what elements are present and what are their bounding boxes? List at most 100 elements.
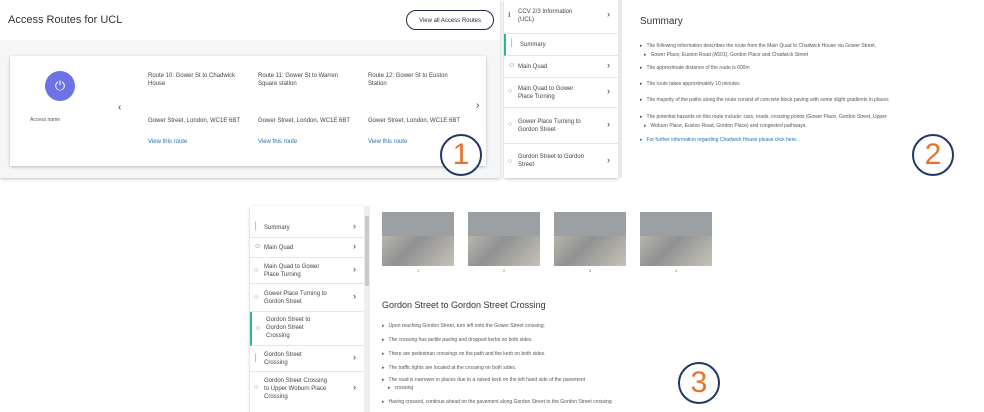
chevron-right-icon[interactable]: ›	[476, 100, 479, 111]
view-route-link[interactable]: View this route	[368, 138, 407, 146]
sidebar-item-upper-woburn[interactable]: ○ Gordon Street Crossing to Upper Woburn…	[250, 372, 364, 406]
chevron-right-icon: ›	[353, 382, 356, 392]
chevron-left-icon[interactable]: ‹	[118, 102, 121, 113]
route-address: Gower Street, London, WC1E 6BT	[368, 118, 461, 124]
route-address: Gower Street, London, WC1E 6BT	[148, 118, 241, 124]
route-name: Route 10: Gower St to Chadwick House	[148, 73, 236, 87]
chevron-right-icon: ›	[607, 60, 610, 70]
view-all-routes-button[interactable]: View all Access Routes	[406, 10, 494, 30]
route-card[interactable]: Route 12: Gower St to Euston Station Gow…	[368, 72, 460, 145]
summary-bullet: The potential hazards on this route incl…	[640, 113, 887, 122]
route-sidebar: ℹ CCV 2/3 Information (UCL) › │ Summary …	[504, 0, 618, 178]
route-name: Route 11: Gower St to Warren Square stat…	[258, 73, 339, 87]
summary-icon: │	[254, 223, 259, 230]
sidebar-item-main-quad[interactable]: ☺ Main Quad ›	[250, 238, 364, 258]
sidebar-item-gower-place[interactable]: ○ Gower Place Turning to Gordon Street ›	[504, 108, 618, 144]
sidebar-item-label: Main Quad	[518, 64, 548, 70]
sidebar-item-main-quad-gower[interactable]: ○ Main Quad to Gower Place Turning ›	[250, 258, 364, 284]
route-icon: ○	[256, 325, 261, 332]
chevron-right-icon: ›	[353, 291, 356, 301]
chevron-right-icon: ›	[607, 9, 610, 19]
route-name: Route 12: Gower St to Euston Station	[368, 73, 448, 87]
sidebar-item-label: Gordon Street to Gordon Street	[518, 154, 585, 168]
scrollbar[interactable]	[618, 0, 622, 178]
route-photo[interactable]	[640, 212, 712, 266]
sidebar-item-label: Summary	[264, 225, 290, 231]
summary-bullet: The route takes approximately 10 minutes	[640, 80, 740, 89]
access-routes-panel: Access Routes for UCL View all Access Ro…	[0, 0, 500, 178]
sidebar-item-label: Gower Place Turning to Gordon Street	[264, 291, 327, 305]
sidebar-item-summary[interactable]: │ Summary	[504, 34, 618, 56]
sidebar-item-label: Main Quad to Gower Place Turning	[518, 86, 574, 100]
route-icon: ○	[508, 121, 513, 128]
further-info-link[interactable]: For further information regarding Chadwi…	[640, 136, 798, 145]
route-address: Gower Street, London, WC1E 6BT	[258, 118, 351, 124]
person-icon: ☺	[254, 243, 262, 250]
sidebar-item-summary[interactable]: │ Summary ›	[250, 218, 364, 238]
sidebar-item-gordon-street[interactable]: ○ Gordon Street to Gordon Street ›	[504, 144, 618, 178]
sidebar-item-gower-place[interactable]: ○ Gower Place Turning to Gordon Street ›	[250, 284, 364, 312]
chevron-right-icon: ›	[353, 264, 356, 274]
route-icon: ○	[254, 267, 259, 274]
step-badge: 1	[440, 134, 482, 176]
route-card[interactable]: Route 11: Gower St to Warren Square stat…	[258, 72, 350, 145]
sidebar-item-label: Gordon Street Crossing	[264, 352, 302, 366]
info-icon: ℹ	[508, 12, 511, 19]
section-title: Gordon Street to Gordon Street Crossing	[382, 300, 546, 310]
chevron-right-icon: ›	[353, 221, 356, 231]
chevron-right-icon: ›	[607, 119, 610, 129]
section-bullet: The traffic lights are located at the cr…	[382, 364, 517, 373]
chevron-right-icon: ›	[353, 241, 356, 251]
step-badge: 3	[678, 362, 720, 404]
summary-title: Summary	[640, 16, 683, 27]
route-card[interactable]: Route 10: Gower St to Chadwick House Gow…	[148, 72, 240, 145]
sidebar-item-gordon-street[interactable]: ○ Gordon Street to Gordon Street Crossin…	[250, 312, 364, 346]
photo-number: 3	[589, 268, 592, 273]
route-sidebar: │ Summary › ☺ Main Quad › ○ Main Quad to…	[250, 206, 364, 412]
sidebar-item-label: Gordon Street to Gordon Street Crossing	[266, 317, 311, 339]
route-photo[interactable]	[382, 212, 454, 266]
route-photo[interactable]	[554, 212, 626, 266]
route-photo[interactable]	[468, 212, 540, 266]
section-bullet: Having crossed, continue ahead on the pa…	[382, 398, 612, 407]
scrollbar-thumb[interactable]	[365, 216, 369, 286]
section-bullet: Upon reaching Gordon Street, turn left o…	[382, 322, 545, 331]
section-bullet-continued: crossing	[388, 384, 414, 393]
photo-number: 1	[417, 268, 420, 273]
photo-number: 4	[675, 268, 678, 273]
summary-icon: │	[510, 40, 515, 47]
access-name-label: Access name	[30, 117, 61, 123]
sidebar-item-label: Gower Place Turning to Gordon Street	[518, 119, 581, 133]
summary-icon: │	[254, 355, 259, 362]
summary-bullet-continued: Woburn Place, Euston Road, Gordon Place)…	[644, 122, 807, 131]
page-title: Access Routes for UCL	[8, 14, 123, 26]
sidebar-item-main-quad[interactable]: ☺ Main Quad ›	[504, 56, 618, 78]
sidebar-item-label: Main Quad	[264, 245, 294, 251]
person-icon: ☺	[508, 62, 516, 69]
sidebar-item-gordon-crossing[interactable]: │ Gordon Street Crossing ›	[250, 346, 364, 372]
sidebar-item-label: Summary	[520, 42, 546, 48]
summary-bullet: The majority of the paths along the rout…	[640, 96, 889, 105]
summary-panel: ℹ CCV 2/3 Information (UCL) › │ Summary …	[504, 0, 984, 178]
summary-bullet-continued: Gower Place, Euston Road (A501), Gordon …	[644, 51, 809, 60]
section-bullet: There are pedestrian crossings on the pa…	[382, 350, 546, 359]
chevron-right-icon: ›	[353, 352, 356, 362]
section-bullet: The crossing has tactile paving and drop…	[382, 336, 533, 345]
step-badge: 2	[912, 134, 954, 176]
sidebar-item-label: Gordon Street Crossing to Upper Woburn P…	[264, 378, 328, 400]
chevron-right-icon: ›	[607, 155, 610, 165]
summary-bullet: The approximate distance of the route is…	[640, 64, 750, 73]
route-icon: ○	[508, 158, 513, 165]
route-icon: ○	[254, 384, 259, 391]
view-route-link[interactable]: View this route	[148, 138, 187, 146]
view-route-link[interactable]: View this route	[258, 138, 297, 146]
sidebar-item-information[interactable]: ℹ CCV 2/3 Information (UCL) ›	[504, 0, 618, 34]
sidebar-item-label: Main Quad to Gower Place Turning	[264, 264, 320, 278]
summary-bullet: The following information describes the …	[640, 42, 877, 51]
route-icon: ○	[508, 88, 513, 95]
photo-number: 2	[503, 268, 506, 273]
sidebar-item-main-quad-gower[interactable]: ○ Main Quad to Gower Place Turning ›	[504, 78, 618, 108]
route-icon: ○	[254, 294, 259, 301]
plug-icon: ⏻	[45, 71, 75, 101]
sidebar-item-label: CCV 2/3 Information (UCL)	[518, 9, 573, 23]
